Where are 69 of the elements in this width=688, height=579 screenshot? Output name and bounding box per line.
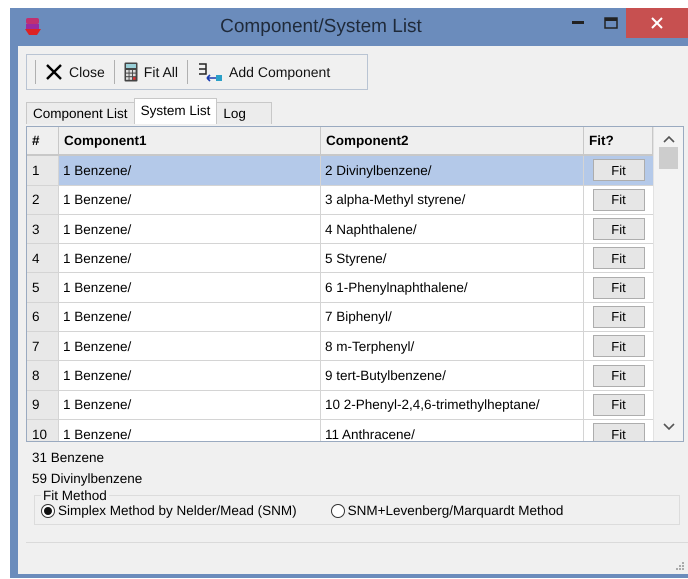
calculator-icon bbox=[124, 62, 138, 82]
fit-button[interactable]: Fit bbox=[592, 276, 644, 299]
fit-button[interactable]: Fit bbox=[592, 159, 644, 182]
table-cell: 1 Benzene/ bbox=[59, 302, 321, 332]
app-icon bbox=[24, 17, 42, 37]
table-cell: 4 Naphthalene/ bbox=[321, 214, 584, 244]
info-text: 31 Benzene bbox=[32, 450, 106, 465]
table-cell: 3 alpha-Methyl styrene/ bbox=[321, 186, 584, 215]
resize-grip-icon[interactable] bbox=[675, 561, 685, 571]
row-number: 7 bbox=[27, 332, 59, 362]
scroll-down-icon[interactable] bbox=[662, 423, 674, 431]
row-number: 10 bbox=[27, 420, 59, 441]
row-number: 5 bbox=[27, 273, 59, 303]
table-cell: 1 Benzene/ bbox=[59, 390, 321, 420]
table-cell: 1 Benzene/ bbox=[59, 361, 321, 391]
table-cell: 1 Benzene/ bbox=[59, 273, 321, 303]
tab[interactable]: Log bbox=[216, 102, 272, 124]
scroll-up-icon[interactable] bbox=[662, 135, 674, 143]
row-number: 8 bbox=[27, 361, 59, 391]
table-cell: 1 Benzene/ bbox=[59, 186, 321, 215]
table-cell: 2 Divinylbenzene/ bbox=[321, 156, 584, 186]
fit-button[interactable]: Fit bbox=[592, 218, 644, 240]
row-number: 9 bbox=[27, 390, 59, 420]
radio-icon[interactable] bbox=[41, 504, 55, 518]
group-title: Fit Method bbox=[42, 488, 108, 503]
table-cell: 10 2-Phenyl-2,4,6-trimethylheptane/ bbox=[321, 390, 584, 420]
fit-button[interactable]: Fit bbox=[592, 306, 644, 328]
radio-option[interactable]: Simplex Method by Nelder/Mead (SNM) bbox=[41, 503, 297, 518]
table-cell: 1 Benzene/ bbox=[59, 332, 321, 362]
scrollbar[interactable] bbox=[653, 127, 683, 441]
toolbar-button[interactable]: Fit All bbox=[118, 60, 184, 84]
add-component-icon bbox=[197, 62, 224, 82]
maximize-icon bbox=[604, 17, 618, 29]
column-header: Fit? bbox=[584, 127, 653, 156]
table-cell: 1 Benzene/ bbox=[59, 214, 321, 244]
row-number: 1 bbox=[27, 156, 59, 186]
close-icon bbox=[45, 63, 63, 81]
row-number: 6 bbox=[27, 302, 59, 332]
column-header: Component2 bbox=[321, 127, 584, 156]
close-window-button[interactable] bbox=[626, 8, 688, 38]
table-cell: 7 Biphenyl/ bbox=[321, 302, 584, 332]
minimize-icon bbox=[572, 21, 584, 25]
table-cell: 1 Benzene/ bbox=[59, 244, 321, 274]
table-cell: 8 m-Terphenyl/ bbox=[321, 332, 584, 362]
radio-option[interactable]: SNM+Levenberg/Marquardt Method bbox=[330, 503, 564, 518]
radio-icon[interactable] bbox=[330, 504, 345, 518]
fit-button[interactable]: Fit bbox=[592, 188, 644, 211]
fit-button[interactable]: Fit bbox=[592, 394, 644, 416]
tab[interactable]: System List bbox=[134, 98, 218, 124]
fit-button[interactable]: Fit bbox=[592, 364, 644, 387]
toolbar-button[interactable]: Close bbox=[40, 61, 110, 83]
table-cell: 5 Styrene/ bbox=[321, 244, 584, 274]
row-number: 3 bbox=[27, 214, 59, 244]
row-number: 2 bbox=[27, 186, 59, 215]
scroll-thumb[interactable] bbox=[659, 147, 678, 169]
info-text: 59 Divinylbenzene bbox=[32, 471, 144, 486]
close-icon bbox=[651, 17, 663, 29]
fit-button[interactable]: Fit bbox=[592, 335, 644, 358]
column-header: Component1 bbox=[59, 127, 321, 156]
table-cell: 6 1-Phenylnaphthalene/ bbox=[321, 273, 584, 303]
table-cell: 1 Benzene/ bbox=[59, 156, 321, 186]
column-header: # bbox=[27, 127, 59, 156]
tab[interactable]: Component List bbox=[26, 102, 135, 124]
window-title: Component/System List bbox=[219, 16, 422, 38]
table-cell: 9 tert-Butylbenzene/ bbox=[321, 361, 584, 391]
fit-button[interactable]: Fit bbox=[592, 247, 644, 270]
fit-button[interactable]: Fit bbox=[592, 423, 644, 441]
toolbar-button[interactable]: Add Component bbox=[192, 60, 336, 84]
row-number: 4 bbox=[27, 244, 59, 274]
